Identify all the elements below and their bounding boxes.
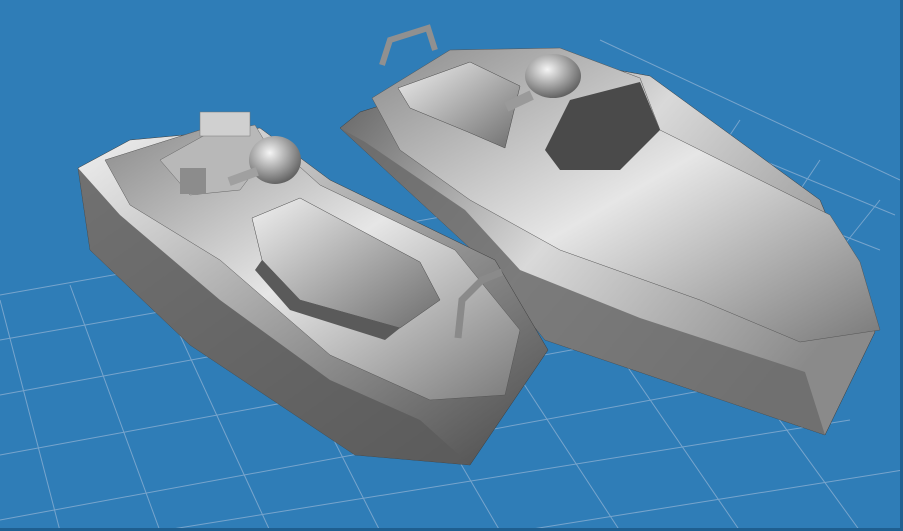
- viewport-canvas: [0, 24, 903, 531]
- console-box-left: [180, 168, 206, 194]
- 3d-viewport[interactable]: [0, 0, 903, 531]
- handle-knob-left: [249, 136, 301, 184]
- handle-knob-right: [525, 54, 581, 98]
- mirror-left: [199, 111, 251, 137]
- grab-rail-right: [379, 24, 438, 66]
